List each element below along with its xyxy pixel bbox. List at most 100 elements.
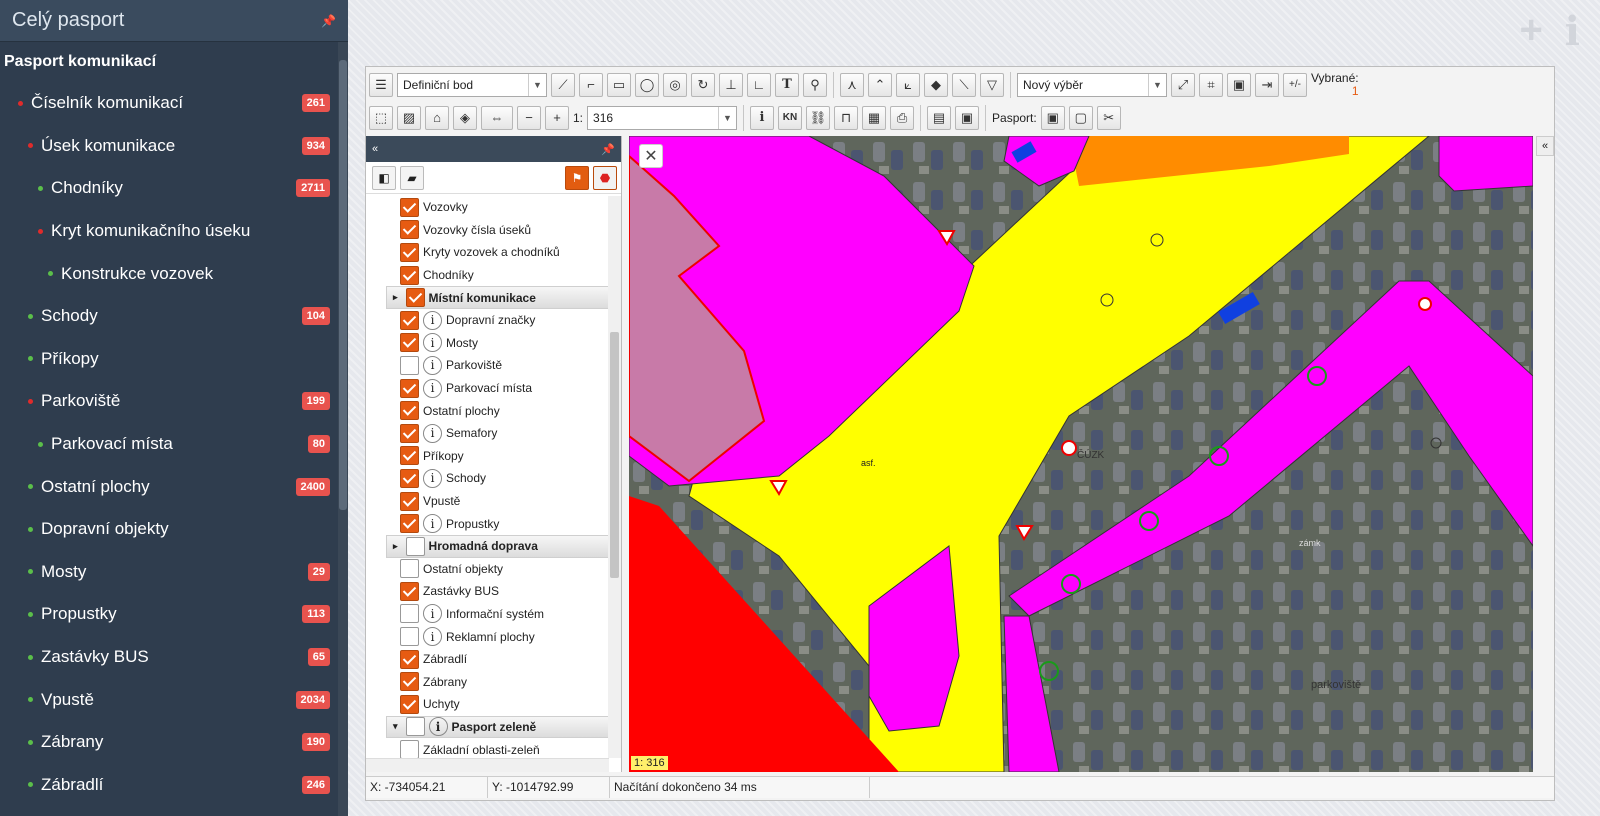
- layer-checkbox[interactable]: [400, 559, 419, 579]
- layer-item[interactable]: i Semafory: [366, 422, 609, 445]
- snap-select[interactable]: Definiční bod ▼: [397, 72, 547, 97]
- layer-item[interactable]: i Parkoviště: [366, 354, 609, 377]
- plus-icon[interactable]: +: [1519, 8, 1542, 55]
- info-icon[interactable]: i: [423, 468, 442, 488]
- sidebar-item[interactable]: Konstrukce vozovek: [0, 252, 338, 295]
- map-canvas[interactable]: asf. ČÚZK zámk parkoviště ✕ 1: 316: [629, 136, 1533, 772]
- folder-icon[interactable]: ▰: [400, 165, 424, 190]
- pasport-save-icon[interactable]: ▣: [1040, 105, 1065, 130]
- layer-checkbox[interactable]: [400, 401, 419, 421]
- layer-item[interactable]: i Propustky: [366, 512, 609, 535]
- layer-checkbox[interactable]: [400, 468, 419, 488]
- selection-mode-select[interactable]: Nový výběr ▼: [1017, 72, 1167, 97]
- print-icon[interactable]: ⎙: [890, 105, 915, 130]
- layer-item[interactable]: i Informační systém: [366, 603, 609, 626]
- scale-select[interactable]: 316 ▼: [587, 105, 738, 130]
- layer-item[interactable]: Vozovky: [366, 196, 609, 219]
- info-button[interactable]: i: [750, 105, 775, 130]
- sidebar-item[interactable]: Propustky 113: [0, 593, 338, 636]
- layers-icon[interactable]: ◧: [372, 165, 396, 190]
- zoom-out-button[interactable]: −: [517, 105, 541, 130]
- layer-item[interactable]: Vpustě: [366, 490, 609, 513]
- vertex-move-icon[interactable]: ⌃: [868, 72, 892, 97]
- sidebar-item[interactable]: Zábradlí 246: [0, 764, 338, 807]
- layer-checkbox[interactable]: [400, 242, 419, 262]
- layer-checkbox[interactable]: [400, 333, 419, 353]
- expand-arrow-icon[interactable]: ▸: [393, 292, 398, 303]
- plus-minus-button[interactable]: +/-: [1283, 72, 1307, 97]
- sidebar-item[interactable]: Kryt komunikačního úseku: [0, 210, 338, 253]
- vertex-icon[interactable]: ▽: [980, 72, 1004, 97]
- sidebar-item[interactable]: Parkoviště 199: [0, 380, 338, 423]
- layer-item[interactable]: Ostatní objekty: [366, 558, 609, 581]
- sidebar-root-item[interactable]: Pasport komunikací: [0, 42, 338, 82]
- scrollbar-thumb[interactable]: [339, 60, 347, 510]
- select-buffer-icon[interactable]: ⇥: [1255, 72, 1279, 97]
- layer-checkbox[interactable]: [400, 581, 419, 601]
- draw-polyline-icon[interactable]: ⌐: [579, 72, 603, 97]
- layer-item[interactable]: Příkopy: [366, 445, 609, 468]
- layer-item[interactable]: Vozovky čísla úseků: [366, 219, 609, 242]
- info-icon[interactable]: i: [423, 514, 442, 534]
- info-icon[interactable]: i: [423, 604, 442, 624]
- info-icon[interactable]: i: [423, 627, 442, 647]
- layer-item[interactable]: i Mosty: [366, 332, 609, 355]
- sidebar-item[interactable]: Příkopy: [0, 338, 338, 381]
- collapse-icon[interactable]: «: [372, 143, 378, 155]
- sidebar-item[interactable]: Chodníky 2711: [0, 167, 338, 210]
- sidebar-item[interactable]: Schody 104: [0, 295, 338, 338]
- layer-group[interactable]: ▾ i Pasport zeleně: [386, 715, 609, 739]
- layer-item[interactable]: Zastávky BUS: [366, 580, 609, 603]
- sidebar-item[interactable]: Vpustě 2034: [0, 678, 338, 721]
- layer-checkbox[interactable]: [400, 310, 419, 330]
- pasport-unlink-icon[interactable]: ✂: [1096, 105, 1121, 130]
- angle-icon[interactable]: ∟: [747, 72, 771, 97]
- layer-item[interactable]: Zábradlí: [366, 648, 609, 671]
- rotate-icon[interactable]: ↻: [691, 72, 715, 97]
- draw-circle-center-icon[interactable]: ◎: [663, 72, 687, 97]
- layer-checkbox[interactable]: [400, 265, 419, 285]
- layer-checkbox[interactable]: [400, 627, 419, 647]
- map-export-icon[interactable]: ▦: [862, 105, 887, 130]
- layer-item[interactable]: Zábrany: [366, 670, 609, 693]
- pin-icon[interactable]: 📌: [321, 14, 336, 28]
- menu-icon[interactable]: ☰: [369, 72, 393, 97]
- trim-icon[interactable]: ⟍: [952, 72, 976, 97]
- info-icon[interactable]: i: [423, 355, 442, 375]
- layer-checkbox[interactable]: [405, 288, 425, 308]
- image-icon[interactable]: ▨: [397, 105, 421, 130]
- close-icon[interactable]: ✕: [639, 144, 663, 168]
- layer-item[interactable]: i Dopravní značky: [366, 309, 609, 332]
- layer-checkbox[interactable]: [400, 220, 419, 240]
- select-line-icon[interactable]: ⤢: [1171, 72, 1195, 97]
- collapse-right-icon[interactable]: «: [1536, 136, 1554, 156]
- sidebar-item[interactable]: Zastávky BUS 65: [0, 636, 338, 679]
- sidebar-item[interactable]: Číselník komunikací 261: [0, 82, 338, 125]
- layer-item[interactable]: i Parkovací místa: [366, 377, 609, 400]
- layer-checkbox[interactable]: [400, 649, 419, 669]
- layer-checkbox[interactable]: [400, 446, 419, 466]
- layer-checkbox[interactable]: [405, 536, 425, 556]
- perpendicular-icon[interactable]: ⊥: [719, 72, 743, 97]
- layer-checkbox[interactable]: [400, 514, 419, 534]
- layer-item[interactable]: Ostatní plochy: [366, 399, 609, 422]
- layer-checkbox[interactable]: [400, 355, 419, 375]
- select-polygon-icon[interactable]: ⌗: [1199, 72, 1223, 97]
- layer-hscrollbar[interactable]: [366, 758, 609, 772]
- vertex-add-icon[interactable]: ⋏: [840, 72, 864, 97]
- kn-button[interactable]: KN: [778, 105, 803, 130]
- layer-item[interactable]: Uchyty: [366, 693, 609, 716]
- draw-rectangle-icon[interactable]: ▭: [607, 72, 631, 97]
- filter-icon[interactable]: ⚑: [565, 165, 589, 190]
- expand-arrow-icon[interactable]: ▾: [393, 721, 398, 732]
- text-icon[interactable]: T: [775, 72, 799, 97]
- layer-checkbox[interactable]: [400, 694, 419, 714]
- layer-checkbox[interactable]: [400, 378, 419, 398]
- info-icon[interactable]: i: [423, 378, 442, 398]
- center-icon[interactable]: ◈: [453, 105, 477, 130]
- info-icon[interactable]: i: [423, 423, 442, 443]
- home-icon[interactable]: ⌂: [425, 105, 449, 130]
- layer-item[interactable]: i Reklamní plochy: [366, 625, 609, 648]
- layer-checkbox[interactable]: [400, 491, 419, 511]
- select-rectangle-icon[interactable]: ▣: [1227, 72, 1251, 97]
